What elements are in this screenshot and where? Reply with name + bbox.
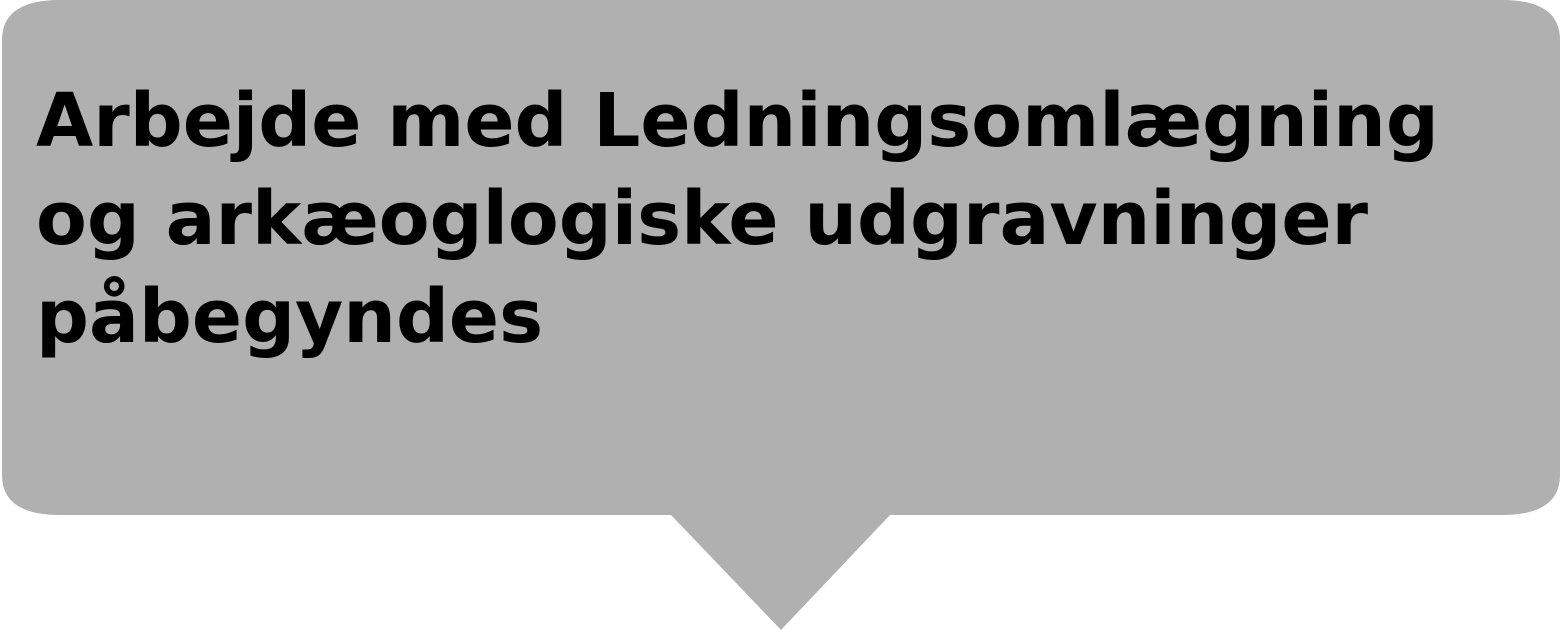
callout-text: Arbejde med Ledningsomlægning og arkæogl… [36, 78, 1439, 360]
speech-bubble-callout: Arbejde med Ledningsomlægning og arkæogl… [0, 0, 1562, 630]
